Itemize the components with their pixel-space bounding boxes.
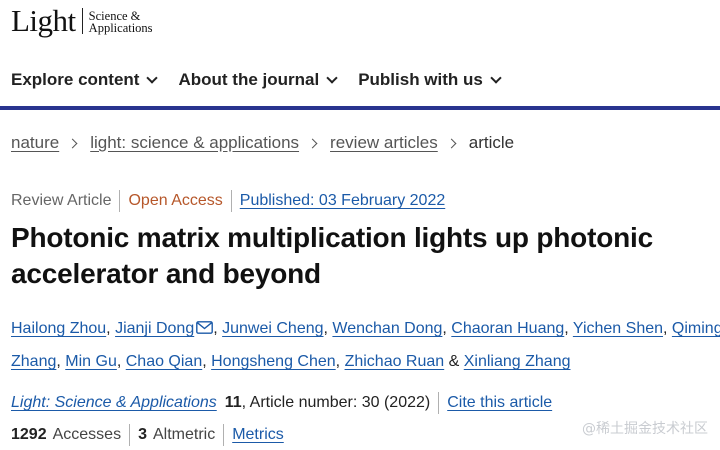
author-link[interactable]: Junwei Cheng xyxy=(222,320,323,337)
breadcrumb-review-articles[interactable]: review articles xyxy=(330,133,438,153)
breadcrumb-journal[interactable]: light: science & applications xyxy=(90,133,299,153)
cite-article-link[interactable]: Cite this article xyxy=(447,394,552,412)
meta-divider xyxy=(230,190,232,212)
article-meta: Review Article Open Access Published: 03… xyxy=(11,190,445,212)
chevron-right-icon xyxy=(67,138,78,148)
author-link[interactable]: Zhichao Ruan xyxy=(345,353,445,370)
article-metrics: 1292 Accesses 3 Altmetric Metrics xyxy=(11,424,284,446)
meta-divider xyxy=(119,190,121,212)
journal-citation: Light: Science & Applications 11 , Artic… xyxy=(11,392,552,414)
author-separator: , xyxy=(116,353,126,370)
author-separator: , xyxy=(202,353,212,370)
journal-volume: 11 xyxy=(224,394,242,411)
author-separator: & xyxy=(444,353,464,370)
author-link[interactable]: Hailong Zhou xyxy=(11,320,106,337)
mail-icon[interactable] xyxy=(196,321,214,334)
nav-item-label: Publish with us xyxy=(358,70,483,89)
author-separator: , xyxy=(335,353,345,370)
watermark: @稀土掘金技术社区 xyxy=(582,421,708,437)
logo-subtitle-line2: Applications xyxy=(88,21,153,35)
author-link[interactable]: Chao Qian xyxy=(126,353,203,370)
author-link[interactable]: Chaoran Huang xyxy=(451,320,564,337)
main-nav: Explore content About the journal Publis… xyxy=(11,66,522,94)
breadcrumb: nature light: science & applications rev… xyxy=(11,133,514,153)
nav-divider xyxy=(0,106,720,110)
altmetric-label: Altmetric xyxy=(152,426,216,443)
nav-explore-content[interactable]: Explore content xyxy=(11,70,159,90)
author-link[interactable]: Min Gu xyxy=(65,353,117,370)
article-title: Photonic matrix multiplication lights up… xyxy=(11,222,653,289)
meta-divider xyxy=(223,424,225,446)
chevron-right-icon xyxy=(307,138,318,148)
author-link[interactable]: Wenchan Dong xyxy=(332,320,442,337)
meta-divider xyxy=(129,424,131,446)
altmetric-count: 3 xyxy=(138,426,147,443)
nav-item-label: About the journal xyxy=(178,70,320,89)
author-link[interactable]: Hongsheng Chen xyxy=(211,353,336,370)
article-number: , Article number: 30 (2022) xyxy=(241,394,431,411)
nav-publish-with-us[interactable]: Publish with us xyxy=(358,70,502,90)
author-separator: , xyxy=(663,320,672,337)
breadcrumb-current: article xyxy=(468,133,515,152)
journal-logo[interactable]: Light Science & Applications xyxy=(11,4,153,38)
accesses-label: Accesses xyxy=(52,426,122,443)
author-separator: , xyxy=(56,353,66,370)
article-type: Review Article xyxy=(11,192,112,209)
author-list: Hailong Zhou, Jianji Dong, Junwei Cheng,… xyxy=(11,312,720,378)
author-separator: , xyxy=(106,320,116,337)
meta-divider xyxy=(438,392,440,414)
logo-divider xyxy=(81,8,83,34)
open-access-label: Open Access xyxy=(128,192,223,209)
author-link[interactable]: Jianji Dong xyxy=(115,320,194,337)
chevron-down-icon xyxy=(146,71,159,84)
accesses-count: 1292 xyxy=(11,426,47,443)
chevron-right-icon xyxy=(446,138,457,148)
author-separator: , xyxy=(213,320,223,337)
journal-name-link[interactable]: Light: Science & Applications xyxy=(11,394,217,412)
chevron-down-icon xyxy=(326,71,338,84)
logo-wordmark: Light xyxy=(11,3,76,38)
author-separator: , xyxy=(564,320,573,337)
nav-about-journal[interactable]: About the journal xyxy=(178,70,338,90)
author-separator: , xyxy=(442,320,452,337)
logo-subtitle: Science & Applications xyxy=(88,10,153,35)
published-date-link[interactable]: Published: 03 February 2022 xyxy=(240,192,445,210)
author-link[interactable]: Xinliang Zhang xyxy=(464,353,571,370)
metrics-link[interactable]: Metrics xyxy=(232,426,284,444)
chevron-down-icon xyxy=(490,71,502,84)
nav-item-label: Explore content xyxy=(11,70,140,89)
breadcrumb-nature[interactable]: nature xyxy=(11,133,59,153)
author-link[interactable]: Yichen Shen xyxy=(573,320,663,337)
